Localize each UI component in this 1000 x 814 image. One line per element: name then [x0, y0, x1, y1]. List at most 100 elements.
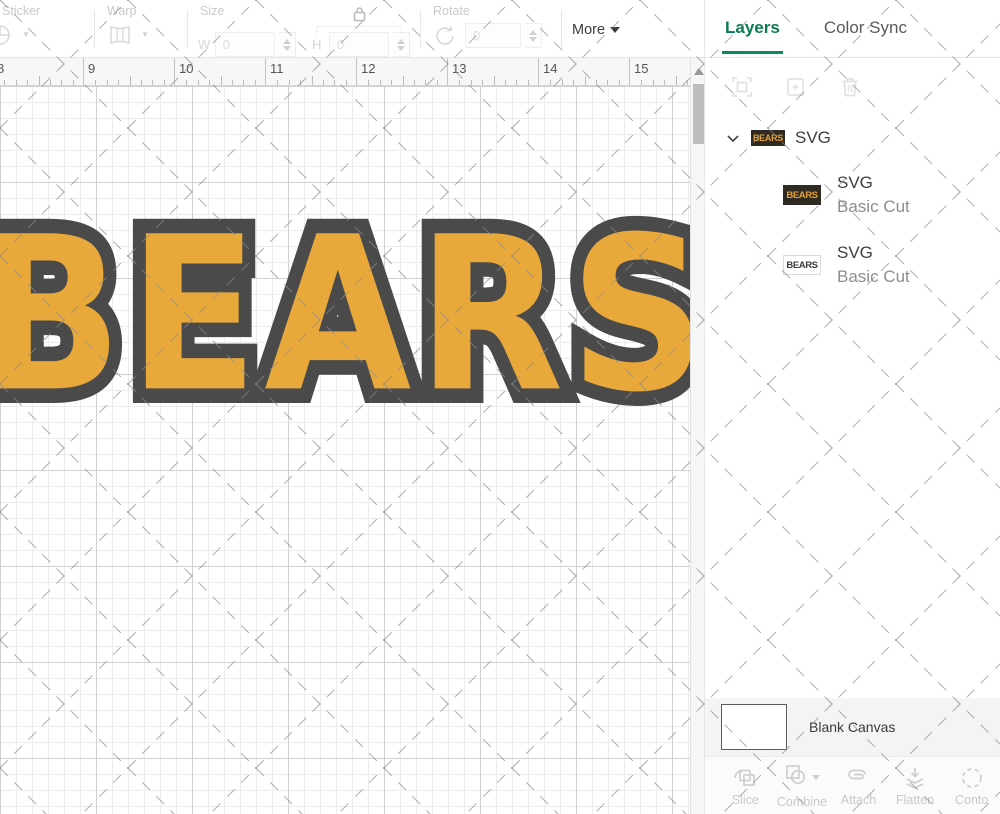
ruler-label: 11 [270, 61, 284, 76]
chevron-down-icon[interactable] [812, 775, 820, 780]
lock-closed-icon[interactable] [352, 6, 367, 27]
layer-thumbnail: BEARS [783, 185, 821, 205]
ruler-unit: 12 [356, 58, 447, 86]
ruler-unit: 13 [447, 58, 538, 86]
flatten-label: Flatten [896, 793, 934, 807]
warp-icon[interactable] [105, 23, 135, 47]
layer-thumbnail: BEARS [783, 255, 821, 275]
panel-tab-bar: Layers Color Sync [705, 0, 1000, 58]
layer-subtitle[interactable]: Basic Cut [837, 266, 910, 288]
slice-button[interactable]: Slice [717, 765, 774, 807]
ruler-tick [676, 76, 677, 86]
horizontal-ruler[interactable]: 8 9 10 11 12 13 14 15 [0, 58, 690, 86]
triangle-up-icon[interactable] [694, 68, 704, 75]
tab-color-sync[interactable]: Color Sync [824, 4, 907, 54]
attach-button[interactable]: Attach [830, 765, 887, 807]
combine-icon [783, 762, 809, 793]
toolbar-group-sticker[interactable]: Sticker ▼ [0, 0, 84, 58]
ruler-tick [494, 76, 495, 86]
height-input[interactable]: 0 [329, 32, 390, 57]
blank-canvas-row[interactable]: Blank Canvas [705, 698, 1000, 756]
layers-panel: Layers Color Sync [704, 0, 1000, 814]
ruler-tick [312, 76, 313, 86]
delete-icon[interactable] [837, 74, 863, 100]
ruler-tick [585, 76, 586, 86]
flatten-icon [901, 765, 929, 791]
toolbar-group-size[interactable]: Size W 0 H 0 [198, 0, 410, 58]
top-toolbar: Sticker ▼ Warp [0, 0, 704, 58]
svg-text:BEARS: BEARS [0, 191, 690, 439]
design-canvas[interactable]: BEARSBEARSBEARS [0, 86, 690, 814]
ruler-label: 15 [634, 61, 648, 76]
ruler-unit: 8 [0, 58, 83, 86]
layer-row[interactable]: BEARS SVG Basic Cut [705, 160, 1000, 230]
combine-label: Combine [777, 795, 827, 809]
ruler-unit: 15 [629, 58, 690, 86]
layer-subtitle[interactable]: Basic Cut [837, 196, 910, 218]
toolbar-divider-2 [187, 10, 188, 48]
ruler-label: 14 [543, 61, 557, 76]
more-button[interactable]: More [572, 22, 620, 38]
ruler-unit: 10 [174, 58, 265, 86]
ruler-label: 12 [361, 61, 375, 76]
toolbar-divider-4 [561, 10, 562, 48]
flatten-button[interactable]: Flatten [887, 765, 944, 807]
size-lock-group[interactable] [316, 6, 402, 34]
size-link-bracket [316, 26, 402, 34]
group-thumbnail-text: BEARS [753, 133, 783, 144]
sticker-icon[interactable] [0, 23, 16, 47]
layer-thumbnail-text: BEARS [786, 260, 817, 271]
slice-icon [731, 765, 759, 791]
layer-text: SVG Basic Cut [837, 242, 910, 288]
blank-canvas-thumbnail[interactable] [721, 704, 787, 750]
rotate-input[interactable]: 0 [465, 23, 521, 48]
width-input[interactable]: 0 [215, 32, 276, 57]
toolbar-group-warp[interactable]: Warp ▼ [105, 0, 177, 58]
layer-tools-bar: Slice Combine [705, 756, 1000, 814]
tab-layers[interactable]: Layers [725, 4, 780, 54]
group-icon[interactable] [729, 74, 755, 100]
ruler-tick [221, 76, 222, 86]
sticker-label: Sticker [0, 4, 84, 18]
toolbar-group-rotate[interactable]: Rotate 0 [431, 0, 551, 58]
ruler-tick [39, 76, 40, 86]
rotate-label: Rotate [431, 4, 551, 18]
contour-button[interactable]: Conto [943, 765, 1000, 807]
height-stepper[interactable] [393, 32, 410, 57]
width-stepper[interactable] [279, 32, 296, 57]
attach-label: Attach [841, 793, 876, 807]
layer-row[interactable]: BEARS SVG Basic Cut [705, 230, 1000, 300]
panel-action-bar [705, 58, 1000, 116]
contour-icon [958, 765, 986, 791]
slice-label: Slice [732, 793, 759, 807]
canvas-vertical-scrollbar[interactable] [690, 58, 704, 814]
ruler-unit: 14 [538, 58, 629, 86]
width-prefix: W [198, 37, 211, 52]
group-thumbnail: BEARS [751, 130, 785, 146]
ruler-label: 13 [452, 61, 466, 76]
bears-artwork[interactable]: BEARSBEARSBEARS [0, 86, 690, 814]
duplicate-icon[interactable] [783, 74, 809, 100]
rotate-stepper[interactable] [525, 23, 542, 48]
more-label: More [572, 22, 605, 38]
ruler-label: 8 [0, 61, 4, 76]
warp-caret-icon[interactable]: ▼ [141, 31, 149, 39]
combine-button[interactable]: Combine [774, 762, 831, 809]
canvas-region: Sticker ▼ Warp [0, 0, 704, 814]
cricut-design-space-window: Sticker ▼ Warp [0, 0, 1000, 814]
attach-icon [844, 765, 872, 791]
layer-group-row[interactable]: BEARS SVG [705, 116, 1000, 160]
layer-text: SVG Basic Cut [837, 172, 910, 218]
chevron-down-icon [610, 27, 620, 33]
rotate-icon[interactable] [431, 24, 461, 48]
contour-label: Conto [955, 793, 988, 807]
ruler-unit: 9 [83, 58, 174, 86]
sticker-caret-icon[interactable]: ▼ [22, 31, 30, 39]
warp-label: Warp [105, 4, 177, 18]
ruler-label: 10 [179, 61, 193, 76]
toolbar-divider [94, 10, 95, 48]
height-prefix: H [312, 37, 325, 52]
layer-title: SVG [837, 172, 910, 194]
scrollbar-thumb[interactable] [693, 84, 704, 144]
chevron-down-icon[interactable] [725, 130, 741, 146]
